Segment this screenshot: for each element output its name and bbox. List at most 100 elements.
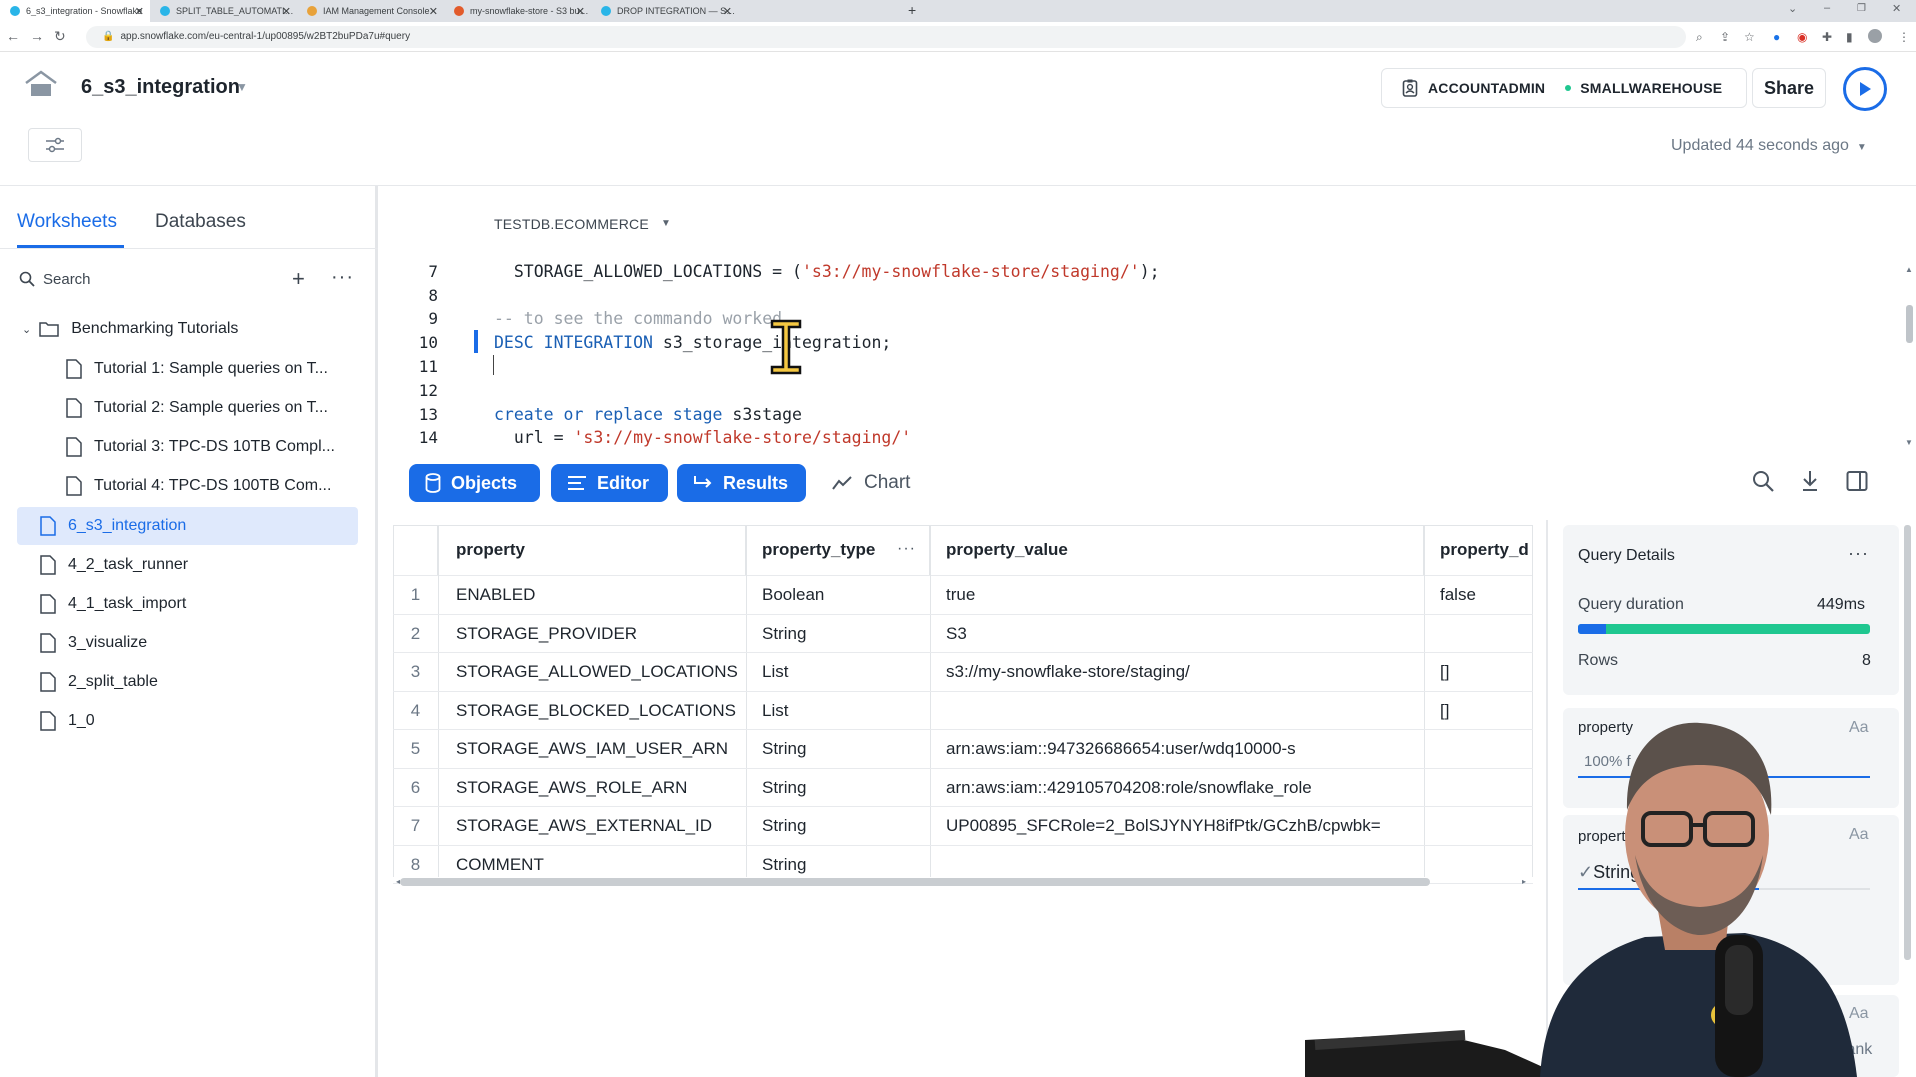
cell-property-type[interactable]: List bbox=[762, 701, 930, 721]
objects-button[interactable]: Objects bbox=[409, 464, 540, 502]
sidebar-item-6-s3-integration[interactable]: 6_s3_integration bbox=[40, 516, 186, 536]
column-header[interactable]: property_value bbox=[930, 525, 1424, 575]
close-icon[interactable]: ✕ bbox=[135, 5, 144, 18]
sidebar-item[interactable]: 2_split_table bbox=[40, 672, 158, 692]
column-header[interactable]: property bbox=[438, 525, 746, 575]
sidebar-item[interactable]: 4_1_task_import bbox=[40, 594, 186, 614]
sidepanel-icon[interactable]: ▮ bbox=[1846, 30, 1853, 44]
cell-property-type[interactable]: String bbox=[762, 778, 930, 798]
cell-property[interactable]: STORAGE_PROVIDER bbox=[456, 624, 746, 644]
editor-scrollbar[interactable] bbox=[1906, 305, 1913, 343]
cell-property-type[interactable]: String bbox=[762, 816, 930, 836]
search-results-icon[interactable] bbox=[1752, 470, 1774, 492]
sidebar-item[interactable]: Tutorial 3: TPC-DS 10TB Compl... bbox=[66, 437, 335, 457]
cell-property-value[interactable]: S3 bbox=[946, 624, 1424, 644]
code-comment[interactable]: -- to see the commando worked bbox=[494, 309, 782, 328]
profile-avatar[interactable] bbox=[1868, 29, 1882, 43]
sidebar-item[interactable]: Tutorial 1: Sample queries on T... bbox=[66, 359, 328, 379]
close-window-icon[interactable]: ✕ bbox=[1892, 2, 1901, 15]
worksheet-title[interactable]: 6_s3_integration bbox=[81, 76, 240, 99]
share-button[interactable]: Share bbox=[1752, 68, 1826, 108]
folder-item[interactable]: ⌄ Benchmarking Tutorials bbox=[22, 320, 238, 338]
scroll-down-icon[interactable]: ▼ bbox=[1905, 438, 1913, 447]
sidebar-item[interactable]: Tutorial 4: TPC-DS 100TB Com... bbox=[66, 476, 331, 496]
database-context-selector[interactable]: TESTDB.ECOMMERCE bbox=[494, 216, 649, 232]
cell-property-type[interactable]: String bbox=[762, 855, 930, 875]
cell-property-default[interactable]: [] bbox=[1440, 662, 1532, 682]
browser-tab[interactable]: 6_s3_integration - Snowflake ✕ bbox=[0, 0, 150, 22]
column-menu-icon[interactable]: ··· bbox=[897, 540, 916, 558]
browser-tab[interactable]: IAM Management Console ✕ bbox=[297, 0, 444, 22]
cell-property-default[interactable]: false bbox=[1440, 585, 1532, 605]
zoom-icon[interactable]: ⌕ bbox=[1696, 30, 1703, 45]
share-page-icon[interactable]: ⇪ bbox=[1720, 30, 1730, 44]
cell-property[interactable]: STORAGE_ALLOWED_LOCATIONS bbox=[456, 662, 746, 682]
cell-property[interactable]: STORAGE_BLOCKED_LOCATIONS bbox=[456, 701, 746, 721]
cell-property-value[interactable]: true bbox=[946, 585, 1424, 605]
run-button[interactable] bbox=[1843, 67, 1887, 111]
new-tab-icon[interactable]: + bbox=[908, 2, 916, 18]
chart-button[interactable]: Chart bbox=[832, 472, 910, 494]
search-input[interactable]: Search bbox=[43, 271, 91, 288]
sidebar-item[interactable]: Tutorial 2: Sample queries on T... bbox=[66, 398, 328, 418]
cell-property-type[interactable]: Boolean bbox=[762, 585, 930, 605]
cell-property-type[interactable]: String bbox=[762, 624, 930, 644]
split-view-icon[interactable] bbox=[1846, 470, 1868, 492]
url-field[interactable]: 🔒 app.snowflake.com/eu-central-1/up00895/… bbox=[86, 26, 1686, 48]
browser-tab[interactable]: DROP INTEGRATION — Snowflake ✕ bbox=[591, 0, 738, 22]
extension-icon[interactable]: ● bbox=[1773, 30, 1780, 44]
extensions-puzzle-icon[interactable]: ✚ bbox=[1822, 30, 1832, 44]
row-number: 4 bbox=[410, 700, 421, 720]
code-line[interactable]: DESC INTEGRATION s3_storage_integration; bbox=[494, 333, 891, 352]
reload-icon[interactable]: ↻ bbox=[54, 28, 66, 45]
results-button[interactable]: Results bbox=[677, 464, 806, 502]
sidebar-item[interactable]: 1_0 bbox=[40, 711, 95, 731]
extension-icon[interactable]: ◉ bbox=[1797, 30, 1807, 44]
cell-property[interactable]: STORAGE_AWS_IAM_USER_ARN bbox=[456, 739, 746, 759]
close-icon[interactable]: ✕ bbox=[576, 5, 585, 18]
cell-property-type[interactable]: List bbox=[762, 662, 930, 682]
chevron-down-icon[interactable]: ▼ bbox=[236, 80, 248, 94]
sidebar-item[interactable]: 3_visualize bbox=[40, 633, 147, 653]
cell-property[interactable]: STORAGE_AWS_ROLE_ARN bbox=[456, 778, 746, 798]
tab-databases[interactable]: Databases bbox=[155, 211, 246, 233]
restore-icon[interactable]: ❐ bbox=[1857, 3, 1866, 14]
close-icon[interactable]: ✕ bbox=[282, 5, 291, 18]
column-header[interactable]: property_d bbox=[1424, 525, 1533, 575]
cell-property[interactable]: STORAGE_AWS_EXTERNAL_ID bbox=[456, 816, 746, 836]
code-line[interactable]: STORAGE_ALLOWED_LOCATIONS = ('s3://my-sn… bbox=[494, 262, 1160, 281]
browser-tab[interactable]: my-snowflake-store - S3 bucket ✕ bbox=[444, 0, 591, 22]
more-options-icon[interactable]: ··· bbox=[1848, 543, 1869, 564]
cell-property-type[interactable]: String bbox=[762, 739, 930, 759]
add-worksheet-icon[interactable]: + bbox=[292, 266, 305, 292]
bookmark-icon[interactable]: ☆ bbox=[1744, 30, 1755, 44]
back-icon[interactable]: ← bbox=[6, 28, 20, 44]
code-line[interactable]: url = 's3://my-snowflake-store/staging/' bbox=[494, 428, 911, 447]
context-selector[interactable]: ACCOUNTADMIN SMALLWAREHOUSE bbox=[1381, 68, 1747, 108]
close-icon[interactable]: ✕ bbox=[429, 5, 438, 18]
aws-icon bbox=[307, 6, 317, 16]
cell-property[interactable]: ENABLED bbox=[456, 585, 746, 605]
more-options-icon[interactable]: ··· bbox=[331, 266, 354, 289]
tab-search-icon[interactable]: ⌄ bbox=[1788, 2, 1797, 15]
database-icon bbox=[425, 473, 441, 493]
chevron-down-icon[interactable]: ▼ bbox=[661, 218, 671, 229]
editor-button[interactable]: Editor bbox=[551, 464, 668, 502]
home-icon[interactable] bbox=[24, 70, 58, 98]
code-line[interactable]: create or replace stage s3stage bbox=[494, 405, 802, 424]
browser-menu-icon[interactable]: ⋮ bbox=[1898, 30, 1910, 44]
sidebar-item[interactable]: 4_2_task_runner bbox=[40, 555, 188, 575]
close-icon[interactable]: ✕ bbox=[723, 5, 732, 18]
horizontal-scrollbar[interactable] bbox=[400, 878, 1430, 886]
scroll-up-icon[interactable]: ▲ bbox=[1905, 265, 1913, 274]
updated-status[interactable]: Updated 44 seconds ago ▼ bbox=[1671, 137, 1867, 155]
browser-tab[interactable]: SPLIT_TABLE_AUTOMATIC_SECO ✕ bbox=[150, 0, 297, 22]
filter-settings-button[interactable] bbox=[28, 128, 82, 162]
tab-worksheets[interactable]: Worksheets bbox=[17, 211, 117, 233]
forward-icon[interactable]: → bbox=[30, 28, 44, 44]
scroll-left-icon[interactable]: ◂ bbox=[396, 877, 400, 886]
cell-property[interactable]: COMMENT bbox=[456, 855, 746, 875]
minimize-icon[interactable]: – bbox=[1824, 2, 1830, 14]
download-icon[interactable] bbox=[1799, 470, 1821, 492]
cell-property-value[interactable]: s3://my-snowflake-store/staging/ bbox=[946, 662, 1424, 682]
